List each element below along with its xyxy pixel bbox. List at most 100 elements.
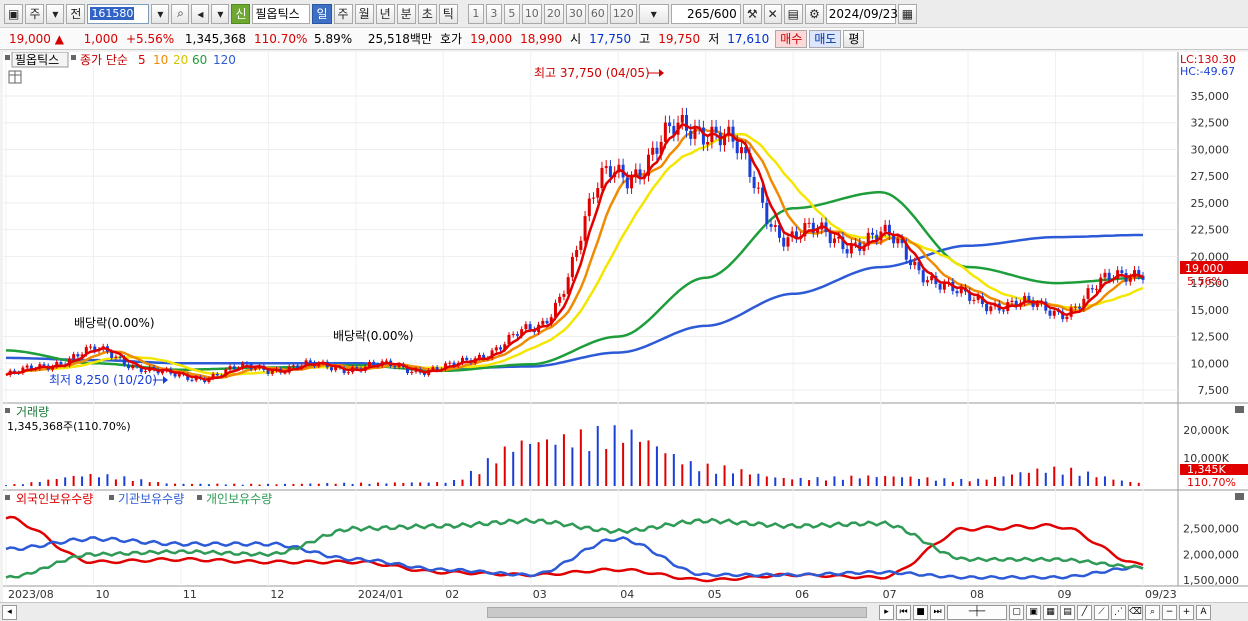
layout-icon-3[interactable]: ▦ bbox=[1043, 604, 1058, 620]
sell-button[interactable]: 매도 bbox=[809, 29, 842, 48]
legend-individual[interactable]: 개인보유수량 bbox=[206, 492, 272, 506]
zoom-icon[interactable]: ⌕ bbox=[1145, 604, 1160, 620]
dividend-annotation-1: 배당락(0.00%) bbox=[74, 316, 155, 330]
price-panel-title[interactable]: 필옵틱스 bbox=[15, 53, 59, 67]
period-month-button[interactable]: 월 bbox=[354, 3, 374, 24]
legend-institution[interactable]: 기관보유수량 bbox=[118, 492, 184, 506]
candle-down bbox=[845, 249, 849, 254]
data-count-field[interactable]: 265/600 bbox=[670, 3, 741, 24]
layout-icon-2[interactable]: ▣ bbox=[1026, 604, 1041, 620]
price-y-tick: 10,000 bbox=[1191, 357, 1230, 370]
crosshair-icon[interactable]: ✕ bbox=[763, 3, 782, 24]
date-field[interactable]: 2024/09/23 bbox=[825, 3, 898, 24]
volume-bar bbox=[757, 473, 760, 486]
speaker-dropdown-icon[interactable]: ▾ bbox=[211, 3, 230, 24]
period-second-button[interactable]: 초 bbox=[417, 3, 437, 24]
draw-line-icon[interactable]: ╱ bbox=[1077, 604, 1092, 620]
interval-20-button[interactable]: 20 bbox=[543, 3, 564, 24]
candle-down bbox=[1002, 310, 1006, 312]
layout-icon-1[interactable]: ▢ bbox=[1009, 604, 1024, 620]
candle-down bbox=[985, 304, 989, 312]
interval-1-button[interactable]: 1 bbox=[467, 3, 484, 24]
scroll-right-icon[interactable]: ▸ bbox=[879, 604, 894, 620]
candle-up bbox=[600, 167, 604, 189]
layout-icon-4[interactable]: ▤ bbox=[1060, 604, 1075, 620]
zoom-in-icon[interactable]: + bbox=[1179, 604, 1194, 620]
gear-icon[interactable]: ⚙ bbox=[804, 3, 824, 24]
volume-tag-text: 1,345K bbox=[1187, 463, 1226, 476]
price-change: 1,000 bbox=[83, 31, 118, 46]
tools-icon[interactable]: ⚒ bbox=[742, 3, 762, 24]
draw-tool-icon-2[interactable]: ⋰ bbox=[1111, 604, 1126, 620]
tab-prev[interactable]: 전 bbox=[66, 3, 86, 24]
legend-foreign[interactable]: 외국인보유수량 bbox=[16, 492, 93, 506]
period-day-button[interactable]: 일 bbox=[312, 3, 332, 24]
stock-code-input[interactable]: 161580 bbox=[87, 3, 150, 24]
volume-bar bbox=[207, 484, 210, 486]
last-icon[interactable]: ⏭ bbox=[930, 604, 945, 620]
interval-120-button[interactable]: 120 bbox=[609, 3, 637, 24]
scroll-thumb[interactable] bbox=[487, 606, 867, 618]
speaker-icon[interactable]: ◂ bbox=[191, 3, 210, 24]
candle-up bbox=[384, 360, 388, 362]
period-tick-button[interactable]: 틱 bbox=[438, 3, 458, 24]
draw-tool-icon-1[interactable]: ⟋ bbox=[1094, 604, 1109, 620]
search-icon[interactable]: ⌕ bbox=[171, 3, 190, 24]
interval-60-button[interactable]: 60 bbox=[587, 3, 608, 24]
stock-name-field[interactable]: 필옵틱스 bbox=[252, 3, 311, 24]
volume-bar bbox=[469, 470, 472, 486]
candle-down bbox=[1107, 272, 1111, 280]
chart-scrollbar: ◂ ▸ ⏮ ■ ⏭ ─┼─ ▢ ▣ ▦ ▤ ╱ ⟋ ⋰ ⌫ ⌕ − + A bbox=[0, 602, 1248, 621]
window-menu-icon[interactable]: ▣ bbox=[4, 3, 24, 24]
volume-bar bbox=[909, 476, 912, 486]
interval-3-button[interactable]: 3 bbox=[485, 3, 502, 24]
eval-button[interactable]: 평 bbox=[843, 29, 865, 48]
volume-bar bbox=[1010, 474, 1013, 486]
eraser-icon[interactable]: ⌫ bbox=[1128, 604, 1143, 620]
candle-up bbox=[773, 225, 777, 227]
chart-area[interactable]: 35,000 32,500 30,000 27,500 25,000 22,500 20,0… bbox=[3, 51, 1248, 602]
candle-down bbox=[329, 367, 333, 371]
volume-bar bbox=[884, 475, 887, 486]
candle-down bbox=[761, 187, 765, 203]
scroll-left-icon[interactable]: ◂ bbox=[2, 604, 17, 620]
period-minute-button[interactable]: 분 bbox=[396, 3, 416, 24]
holdings-y-tick: 2,000,000 bbox=[1183, 548, 1239, 561]
dropdown-arrow-icon[interactable]: ▾ bbox=[46, 3, 65, 24]
calendar-icon[interactable]: ▦ bbox=[897, 3, 918, 24]
interval-30-button[interactable]: 30 bbox=[565, 3, 586, 24]
holdings-panel-close-icon[interactable] bbox=[1235, 493, 1244, 500]
chart-svg[interactable]: 35,000 32,500 30,000 27,500 25,000 22,500 20,0… bbox=[3, 51, 1248, 602]
buy-button[interactable]: 매수 bbox=[775, 29, 808, 48]
volume-bar bbox=[520, 440, 523, 486]
volume-bar bbox=[486, 458, 489, 486]
candle-up bbox=[291, 365, 295, 367]
zoom-out-icon[interactable]: − bbox=[1162, 604, 1177, 620]
volume-value: 1,345,368 bbox=[184, 31, 246, 46]
volume-bar bbox=[436, 482, 439, 486]
volume-panel-close-icon[interactable] bbox=[1235, 406, 1244, 413]
text-size-icon[interactable]: A bbox=[1196, 604, 1211, 620]
volume-bar bbox=[292, 483, 295, 486]
candle-down bbox=[828, 231, 832, 244]
ma60-legend: 60 bbox=[192, 53, 207, 67]
candle-down bbox=[769, 224, 773, 227]
volume-bar bbox=[148, 482, 151, 486]
zoom-slider[interactable]: ─┼─ bbox=[947, 604, 1007, 620]
volume-bar bbox=[283, 483, 286, 486]
code-dropdown-icon[interactable]: ▾ bbox=[151, 3, 170, 24]
volume-bar bbox=[317, 483, 320, 486]
stop-icon[interactable]: ■ bbox=[913, 604, 928, 620]
tab-week[interactable]: 주 bbox=[25, 3, 45, 24]
first-icon[interactable]: ⏮ bbox=[896, 604, 911, 620]
period-week-button[interactable]: 주 bbox=[333, 3, 353, 24]
interval-dropdown[interactable]: ▾ bbox=[638, 3, 669, 24]
interval-5-button[interactable]: 5 bbox=[503, 3, 520, 24]
period-year-button[interactable]: 년 bbox=[375, 3, 395, 24]
save-icon[interactable]: ▤ bbox=[783, 3, 803, 24]
interval-10-button[interactable]: 10 bbox=[521, 3, 542, 24]
panel-collapse-icon[interactable] bbox=[5, 55, 10, 60]
ma20-legend: 20 bbox=[173, 53, 188, 67]
holdings-y-tick: 2,500,000 bbox=[1183, 523, 1239, 536]
volume-panel-title[interactable]: 거래량 bbox=[16, 405, 49, 419]
